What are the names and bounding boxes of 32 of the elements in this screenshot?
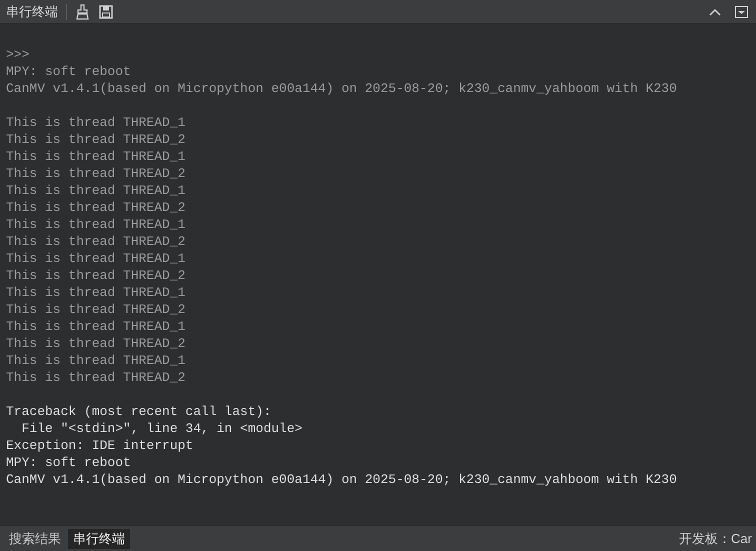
output-line: This is thread THREAD_1 — [6, 284, 186, 301]
clear-icon[interactable] — [75, 4, 91, 20]
output-line: Traceback (most recent call last): — [6, 403, 272, 420]
output-line: CanMV v1.4.1(based on Micropython e00a144) on 2025-08-20; k230_canmv_yahboom with K230 — [6, 471, 678, 488]
panel-menu-icon[interactable] — [735, 6, 748, 18]
output-line: This is thread THREAD_1 — [6, 352, 186, 369]
collapse-icon[interactable] — [709, 6, 721, 16]
board-label: 开发板：Car — [679, 530, 752, 548]
output-line: This is thread THREAD_2 — [6, 199, 186, 216]
output-line: MPY: soft reboot — [6, 454, 132, 471]
output-line: This is thread THREAD_1 — [6, 114, 186, 131]
output-line: This is thread THREAD_2 — [6, 131, 186, 148]
output-line: MPY: soft reboot — [6, 63, 132, 80]
output-line: CanMV v1.4.1(based on Micropython e00a144) on 2025-08-20; k230_canmv_yahboom with K230 — [6, 80, 678, 97]
output-line: This is thread THREAD_1 — [6, 216, 186, 233]
output-line: This is thread THREAD_2 — [6, 267, 186, 284]
panel-tab[interactable]: 串行终端 — [68, 528, 130, 548]
output-line: This is thread THREAD_2 — [6, 165, 186, 182]
output-line: This is thread THREAD_1 — [6, 148, 186, 165]
output-line: Exception: IDE interrupt — [6, 437, 194, 454]
output-line: File "<stdin>", line 34, in <module> — [20, 420, 304, 437]
output-line: This is thread THREAD_1 — [6, 318, 186, 335]
output-line: This is thread THREAD_2 — [6, 335, 186, 352]
output-line: This is thread THREAD_2 — [6, 301, 186, 318]
output-line: This is thread THREAD_1 — [6, 182, 186, 199]
panel-tab[interactable]: 搜索结果 — [4, 528, 66, 548]
output-line: This is thread THREAD_2 — [6, 369, 186, 386]
panel-title: 串行终端 — [6, 2, 58, 21]
save-icon[interactable] — [99, 4, 113, 18]
output-line: This is thread THREAD_1 — [6, 250, 186, 267]
output-line: This is thread THREAD_2 — [6, 233, 186, 250]
output-line: >>> — [6, 46, 30, 63]
